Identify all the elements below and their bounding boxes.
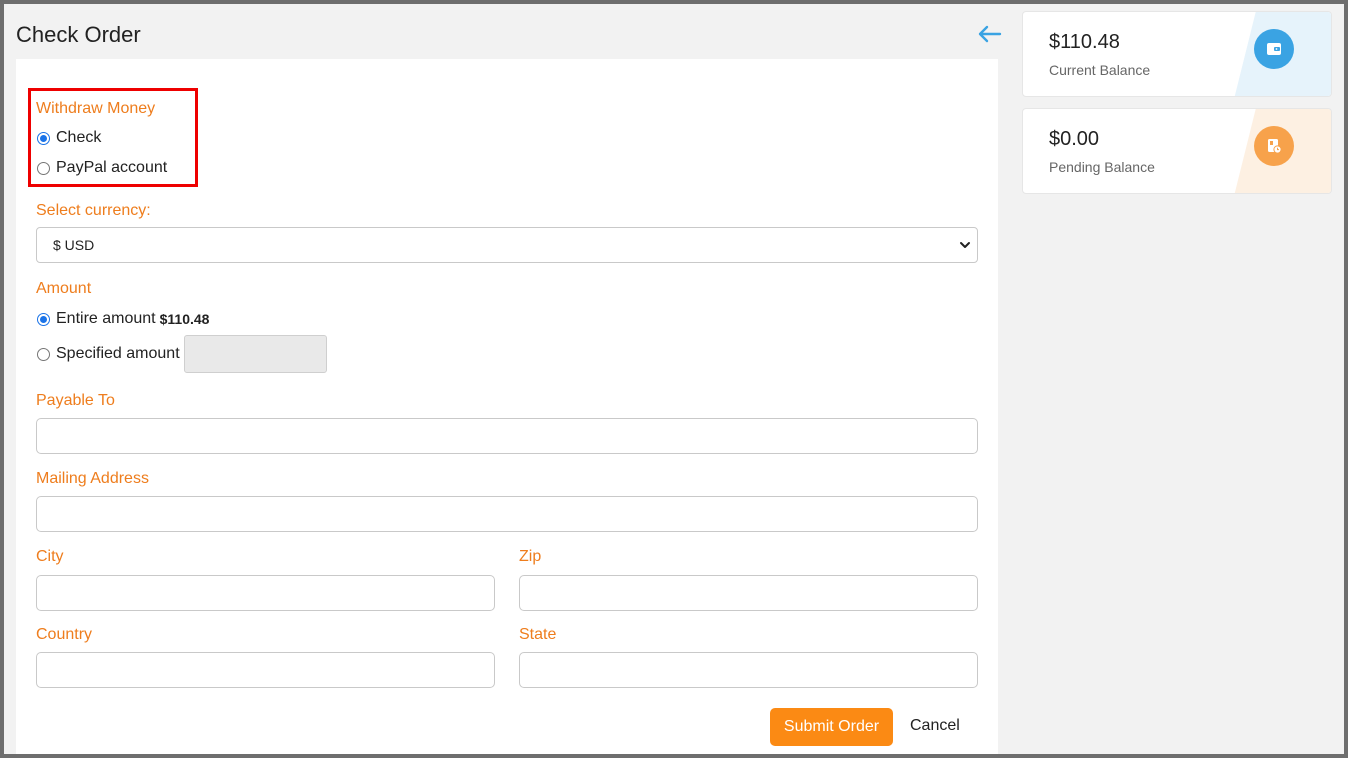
entire-amount-value: $110.48 (159, 311, 210, 327)
state-input[interactable] (519, 652, 978, 688)
withdraw-money-label: Withdraw Money (36, 100, 156, 117)
currency-selected-value: $ USD (53, 237, 95, 253)
amount-option-entire[interactable]: Entire amount $110.48 (37, 310, 209, 328)
specified-amount-label: Specified amount (56, 345, 180, 362)
page-title: Check Order (16, 22, 141, 47)
state-label: State (519, 626, 557, 643)
pending-balance-caption: Pending Balance (1049, 159, 1155, 175)
mailing-address-label: Mailing Address (36, 470, 149, 487)
chevron-down-icon (960, 242, 970, 248)
current-balance-card: $110.48 Current Balance (1022, 11, 1332, 97)
paypal-label: PayPal account (56, 159, 168, 176)
amount-label: Amount (36, 280, 92, 297)
check-label: Check (56, 129, 102, 146)
mailing-address-input[interactable] (36, 496, 978, 532)
zip-input[interactable] (519, 575, 978, 611)
back-arrow-icon[interactable] (976, 22, 1002, 46)
app-frame: Check Order Withdraw Money Check PayPal … (4, 4, 1344, 754)
zip-label: Zip (519, 548, 542, 565)
wallet-icon (1254, 29, 1294, 69)
pending-balance-card: $0.00 Pending Balance (1022, 108, 1332, 194)
check-order-form: Withdraw Money Check PayPal account Sele… (16, 59, 998, 754)
method-option-paypal[interactable]: PayPal account (37, 159, 167, 177)
currency-select[interactable]: $ USD (36, 227, 978, 263)
pending-balance-amount: $0.00 (1049, 128, 1100, 150)
current-balance-amount: $110.48 (1049, 31, 1120, 53)
country-label: Country (36, 626, 93, 643)
specified-amount-input[interactable] (183, 335, 327, 373)
pending-icon (1254, 126, 1294, 166)
country-input[interactable] (36, 652, 495, 688)
entire-amount-label: Entire amount (56, 310, 156, 327)
amount-option-specified[interactable]: Specified amount (37, 335, 327, 373)
submit-order-button[interactable]: Submit Order (770, 708, 893, 746)
method-option-check[interactable]: Check (37, 129, 101, 147)
paypal-radio[interactable] (37, 161, 50, 175)
specified-amount-radio[interactable] (37, 347, 50, 361)
city-label: City (36, 548, 64, 565)
city-input[interactable] (36, 575, 495, 611)
currency-label: Select currency: (36, 202, 151, 219)
payable-to-input[interactable] (36, 418, 978, 454)
payable-to-label: Payable To (36, 392, 115, 409)
cancel-button[interactable]: Cancel (910, 717, 960, 735)
check-radio[interactable] (37, 131, 50, 145)
current-balance-caption: Current Balance (1049, 62, 1151, 78)
entire-amount-radio[interactable] (37, 312, 50, 326)
